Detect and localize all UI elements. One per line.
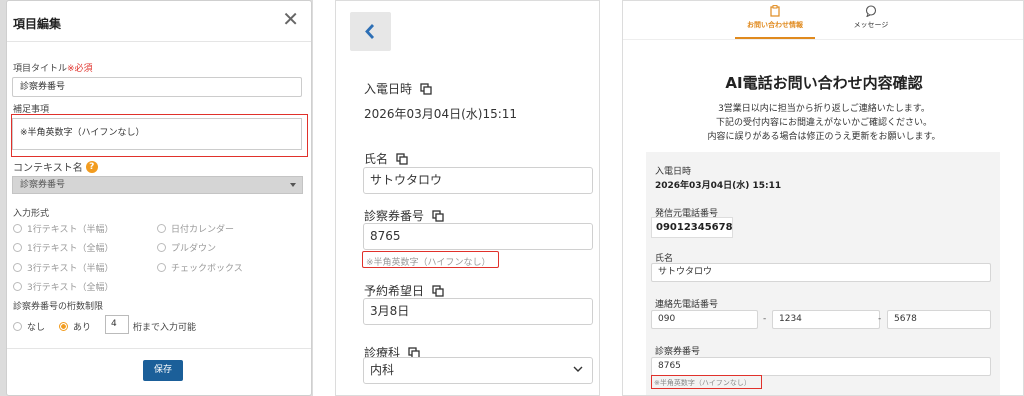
item-title-label: 項目タイトル※必須: [13, 61, 93, 74]
radio-icon: [13, 224, 22, 233]
message-line: 内容に誤りがある場合は修正のうえ更新をお願いします。: [707, 132, 941, 142]
label-text: 入電日時: [364, 82, 413, 96]
call-datetime-label: 入電日時: [655, 167, 692, 177]
radio-icon: [13, 322, 22, 331]
caller-phone-value: 09012345678: [651, 217, 733, 238]
name-input[interactable]: サトウタロウ: [363, 167, 593, 194]
highlight-box: [362, 251, 499, 268]
radio-label: あり: [73, 323, 92, 333]
help-icon[interactable]: ?: [85, 160, 98, 173]
item-title-input[interactable]: 診察券番号: [12, 77, 302, 97]
radio-selected-icon: [59, 322, 68, 331]
radio-icon: [13, 282, 22, 291]
label-text: 氏名: [364, 152, 389, 166]
tab-label: メッセージ: [853, 21, 889, 29]
dept-select[interactable]: 内科: [363, 357, 593, 384]
context-label: コンテキスト名?: [13, 159, 98, 174]
card-no-input[interactable]: 8765: [651, 357, 991, 376]
chevron-down-icon: [573, 366, 583, 372]
copy-icon[interactable]: [432, 209, 444, 222]
context-select-value: 診察券番号: [20, 180, 66, 190]
close-icon[interactable]: ✕: [282, 9, 299, 29]
format-radio-7[interactable]: 3行テキスト（全幅）: [13, 280, 113, 293]
card-no-input[interactable]: 8765: [363, 223, 593, 250]
item-edit-panel: 項目編集 ✕ 項目タイトル※必須 診察券番号 補足事項 ※半角英数字（ハイフンな…: [0, 0, 313, 396]
chevron-down-icon: [290, 183, 296, 187]
radio-icon: [13, 243, 22, 252]
digit-limit-input[interactable]: 4: [105, 315, 129, 334]
phone-part-1-input[interactable]: 090: [651, 310, 758, 329]
format-radio-6[interactable]: チェックボックス: [157, 261, 243, 274]
format-label: チェックボックス: [171, 264, 243, 274]
desired-date-label: 予約希望日: [364, 282, 444, 299]
format-label: プルダウン: [171, 244, 217, 254]
card-no-label: 診察券番号: [655, 347, 701, 357]
speech-bubble-icon: [865, 5, 877, 17]
card-no-label: 診察券番号: [364, 207, 444, 224]
radio-icon: [157, 263, 166, 272]
phone-part-3-input[interactable]: 5678: [887, 310, 991, 329]
call-datetime-value: 2026年03月04日(水)15:11: [364, 107, 518, 121]
input-format-label: 入力形式: [13, 209, 50, 219]
digit-limit-label: 診察券番号の桁数制限: [13, 302, 104, 312]
mobile-form-panel: 入電日時 2026年03月04日(水)15:11 氏名 サトウタロウ 診察券番号…: [335, 0, 600, 396]
copy-icon[interactable]: [420, 82, 432, 95]
phone-part-2-input[interactable]: 1234: [772, 310, 880, 329]
format-label: 1行テキスト（半幅）: [27, 225, 114, 235]
item-edit-modal: 項目編集 ✕ 項目タイトル※必須 診察券番号 補足事項 ※半角英数字（ハイフンな…: [6, 0, 312, 396]
name-label: 氏名: [364, 150, 408, 167]
label-text: 診察券番号: [364, 209, 425, 223]
tab-divider: [623, 39, 1023, 40]
format-radio-2[interactable]: 日付カレンダー: [157, 222, 234, 235]
dash: -: [763, 314, 767, 324]
dash: -: [878, 314, 882, 324]
desired-date-input[interactable]: 3月8日: [363, 298, 593, 325]
save-button[interactable]: 保存: [143, 360, 183, 381]
back-button[interactable]: [350, 12, 391, 51]
radio-label: なし: [27, 323, 46, 333]
tab-label: お問い合わせ情報: [747, 21, 803, 29]
confirmation-panel: お問い合わせ情報 メッセージ AI電話お問い合わせ内容確認 3営業日以内に担当か…: [622, 0, 1024, 396]
format-radio-3[interactable]: 1行テキスト（全幅）: [13, 241, 113, 254]
format-radio-4[interactable]: プルダウン: [157, 241, 216, 254]
modal-title: 項目編集: [13, 17, 62, 31]
radio-icon: [157, 224, 166, 233]
divider: [7, 348, 311, 349]
radio-icon: [13, 263, 22, 272]
page-title: AI電話お問い合わせ内容確認: [725, 74, 923, 92]
call-datetime-value: 2026年03月04日(水) 15:11: [655, 181, 782, 191]
chevron-left-icon: [365, 24, 375, 39]
format-label: 3行テキスト（半幅）: [27, 264, 114, 274]
clipboard-icon: [770, 5, 780, 17]
format-label: 1行テキスト（全幅）: [27, 244, 114, 254]
contact-phone-label: 連絡先電話番号: [655, 300, 719, 310]
tab-inquiry[interactable]: お問い合わせ情報: [735, 5, 815, 39]
tab-message[interactable]: メッセージ: [831, 5, 911, 39]
message-line: 下記の受付内容にお間違えがないかご確認ください。: [715, 118, 932, 128]
required-mark: ※必須: [67, 64, 93, 74]
format-label: 3行テキスト（全幅）: [27, 283, 114, 293]
call-datetime-label: 入電日時: [364, 80, 432, 97]
item-title-label-text: 項目タイトル: [13, 64, 68, 74]
context-label-text: コンテキスト名: [13, 163, 83, 174]
name-input[interactable]: サトウタロウ: [651, 263, 991, 282]
digit-suffix: 桁まで入力可能: [133, 323, 197, 333]
label-text: 予約希望日: [364, 284, 425, 298]
radio-icon: [157, 243, 166, 252]
format-label: 日付カレンダー: [171, 225, 235, 235]
highlight-box: [651, 375, 762, 389]
divider: [7, 41, 311, 42]
copy-icon[interactable]: [432, 284, 444, 297]
message-line: 3営業日以内に担当から折り返しご連絡いたします。: [718, 104, 930, 114]
highlight-box: [11, 114, 308, 157]
context-select[interactable]: 診察券番号: [12, 176, 303, 194]
digit-limit-none-radio[interactable]: なし: [13, 320, 45, 333]
digit-limit-yes-radio[interactable]: あり: [59, 320, 91, 333]
copy-icon[interactable]: [396, 152, 408, 165]
dept-select-value: 内科: [370, 363, 395, 377]
format-radio-1[interactable]: 1行テキスト（半幅）: [13, 222, 113, 235]
format-radio-5[interactable]: 3行テキスト（半幅）: [13, 261, 113, 274]
